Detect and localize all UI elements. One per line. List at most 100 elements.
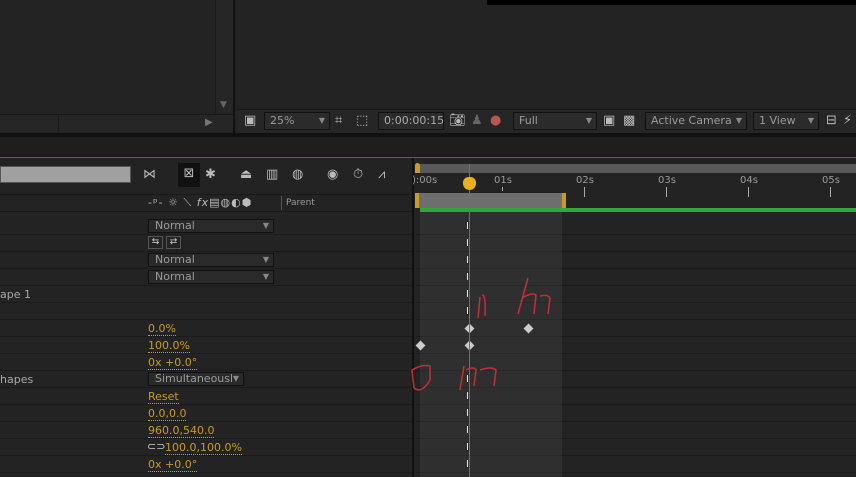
hold-marker-icon: I: [466, 238, 469, 249]
property-value[interactable]: 0.0%: [148, 322, 176, 336]
work-area-start-handle[interactable]: [415, 193, 419, 208]
timecode-display[interactable]: 0:00:00:15: [378, 112, 444, 130]
current-time-indicator[interactable]: [463, 177, 476, 190]
reset-link[interactable]: Reset: [148, 390, 179, 404]
brainstorm-icon[interactable]: ◍: [292, 167, 303, 183]
motion-blur-icon[interactable]: ▥: [266, 167, 278, 183]
hold-marker-icon: I: [466, 442, 469, 453]
ruler-label: ):00s: [412, 175, 438, 186]
panel-scrollbar-vertical[interactable]: [215, 0, 233, 113]
snapshot-camera-icon[interactable]: 📷︎: [449, 113, 466, 129]
annotation-stroke: [517, 277, 551, 315]
channel-rgb-icon[interactable]: ●: [490, 113, 501, 129]
work-area-end-handle[interactable]: [562, 193, 566, 208]
view-layout-dropdown[interactable]: 1 View: [753, 112, 819, 130]
rotation-value[interactable]: 0x +0.0°: [148, 458, 198, 472]
ruler-tick: [584, 187, 585, 197]
property-row: 0x +0.0°: [0, 354, 412, 371]
fast-preview-icon[interactable]: ▣: [603, 113, 615, 129]
annotation-stroke: [477, 294, 486, 319]
composition-mini-flowchart-icon[interactable]: ⋈: [143, 167, 156, 183]
property-value[interactable]: 100.0%: [148, 339, 190, 353]
layer-row: Normal: [0, 252, 412, 269]
camera-dropdown[interactable]: Active Camera: [645, 112, 747, 130]
constrain-proportions-icon[interactable]: ⊂⊃: [147, 440, 165, 453]
panel-scrollbar-horizontal[interactable]: [0, 114, 233, 132]
blend-mode-value: Normal: [155, 270, 195, 283]
ruler-label: 01s: [494, 175, 512, 186]
resolution-dropdown[interactable]: Full: [513, 112, 597, 130]
annotation-stroke: [411, 364, 431, 391]
hold-marker-icon: I: [466, 408, 469, 419]
ruler-label: 03s: [658, 175, 676, 186]
scroll-down-arrow[interactable]: ▼: [220, 100, 227, 110]
ruler-tick: [748, 187, 749, 197]
pixel-aspect-icon[interactable]: ⊟: [826, 113, 837, 129]
navigator-start-handle[interactable]: [415, 163, 420, 173]
handwritten-annotations: [411, 277, 551, 391]
layer-row[interactable]: ape 1: [0, 286, 412, 303]
show-snapshot-icon[interactable]: ♟: [471, 113, 483, 129]
divider: [281, 196, 282, 210]
shape-name: ape 1: [0, 288, 31, 301]
anchor-point-value[interactable]: 0.0,0.0: [148, 407, 187, 421]
frame-blending-icon[interactable]: ⏏: [240, 167, 252, 183]
always-preview-icon[interactable]: ▣: [244, 113, 256, 129]
property-value[interactable]: 0x +0.0°: [148, 356, 198, 370]
hold-marker-icon: I: [466, 374, 469, 385]
hold-marker-icon: I: [466, 391, 469, 402]
layer-switches-icons: -ᵖ- ☼ ⟍ fx▤◍◐⬢: [148, 196, 253, 209]
blend-mode-dropdown[interactable]: Normal: [148, 253, 274, 267]
layer-row: ⇆ ⇄: [0, 235, 412, 252]
ruler-tick: [502, 187, 503, 191]
layer-search-input[interactable]: [0, 166, 131, 183]
composition-canvas: [487, 0, 856, 5]
blend-mode-dropdown[interactable]: Normal: [148, 270, 274, 284]
ruler-label: 05s: [822, 175, 840, 186]
composite-value: Simultaneousl: [155, 372, 234, 385]
resolution-value: Full: [519, 114, 538, 127]
checkerboard-icon[interactable]: ▩: [623, 113, 635, 129]
project-panel: ▼ ▶: [0, 0, 235, 133]
draft-3d-icon[interactable]: ⊠: [178, 163, 200, 187]
auto-keyframe-icon[interactable]: ◉: [327, 167, 338, 183]
region-of-interest-icon[interactable]: ⌗: [335, 113, 342, 129]
divider: [58, 114, 59, 132]
composite-dropdown[interactable]: Simultaneousl: [148, 372, 244, 386]
camera-value: Active Camera: [651, 114, 732, 127]
zoom-dropdown[interactable]: 25%: [264, 112, 330, 130]
work-area-bar[interactable]: [416, 193, 564, 208]
path-direction-right-icon[interactable]: ⇄: [166, 236, 181, 249]
hold-marker-icon: I: [466, 289, 469, 300]
property-row: 100.0%: [0, 337, 412, 354]
timeline-tab-bar: [0, 137, 856, 158]
hold-marker-icon: I: [466, 425, 469, 436]
blend-mode-dropdown[interactable]: Normal: [148, 219, 274, 233]
composite-label: hapes: [0, 373, 34, 386]
path-direction-left-icon[interactable]: ⇆: [148, 236, 163, 249]
blend-mode-value: Normal: [155, 219, 195, 232]
graph-editor-icon[interactable]: ⩘: [378, 167, 385, 183]
layer-row: [0, 303, 412, 320]
property-row: hapes Simultaneousl: [0, 371, 412, 388]
hide-shy-layers-icon[interactable]: ✱: [205, 167, 216, 183]
time-navigator[interactable]: [416, 164, 856, 173]
ruler-label: 02s: [576, 175, 594, 186]
fast-previews-icon[interactable]: ⚡︎: [843, 113, 852, 129]
scale-value[interactable]: 100.0,100.0%: [165, 441, 242, 455]
property-row: 960.0,540.0: [0, 422, 412, 439]
transparency-grid-toggle-icon[interactable]: ⬚: [356, 113, 368, 129]
ruler-tick: [666, 187, 667, 197]
hold-marker-icon: I: [466, 306, 469, 317]
layer-row: Normal: [0, 218, 412, 235]
hold-marker-icon: I: [466, 221, 469, 232]
zoom-value: 25%: [270, 114, 295, 127]
hold-marker-icon: I: [466, 272, 469, 283]
timecode-value: 0:00:00:15: [384, 114, 445, 127]
position-value[interactable]: 960.0,540.0: [148, 424, 215, 438]
hold-marker-icon: I: [466, 255, 469, 266]
scroll-right-arrow[interactable]: ▶: [205, 117, 213, 128]
property-row: 0.0,0.0: [0, 405, 412, 422]
view-layout-value: 1 View: [759, 114, 796, 127]
stopwatch-icon[interactable]: ⏱︎: [353, 167, 363, 183]
